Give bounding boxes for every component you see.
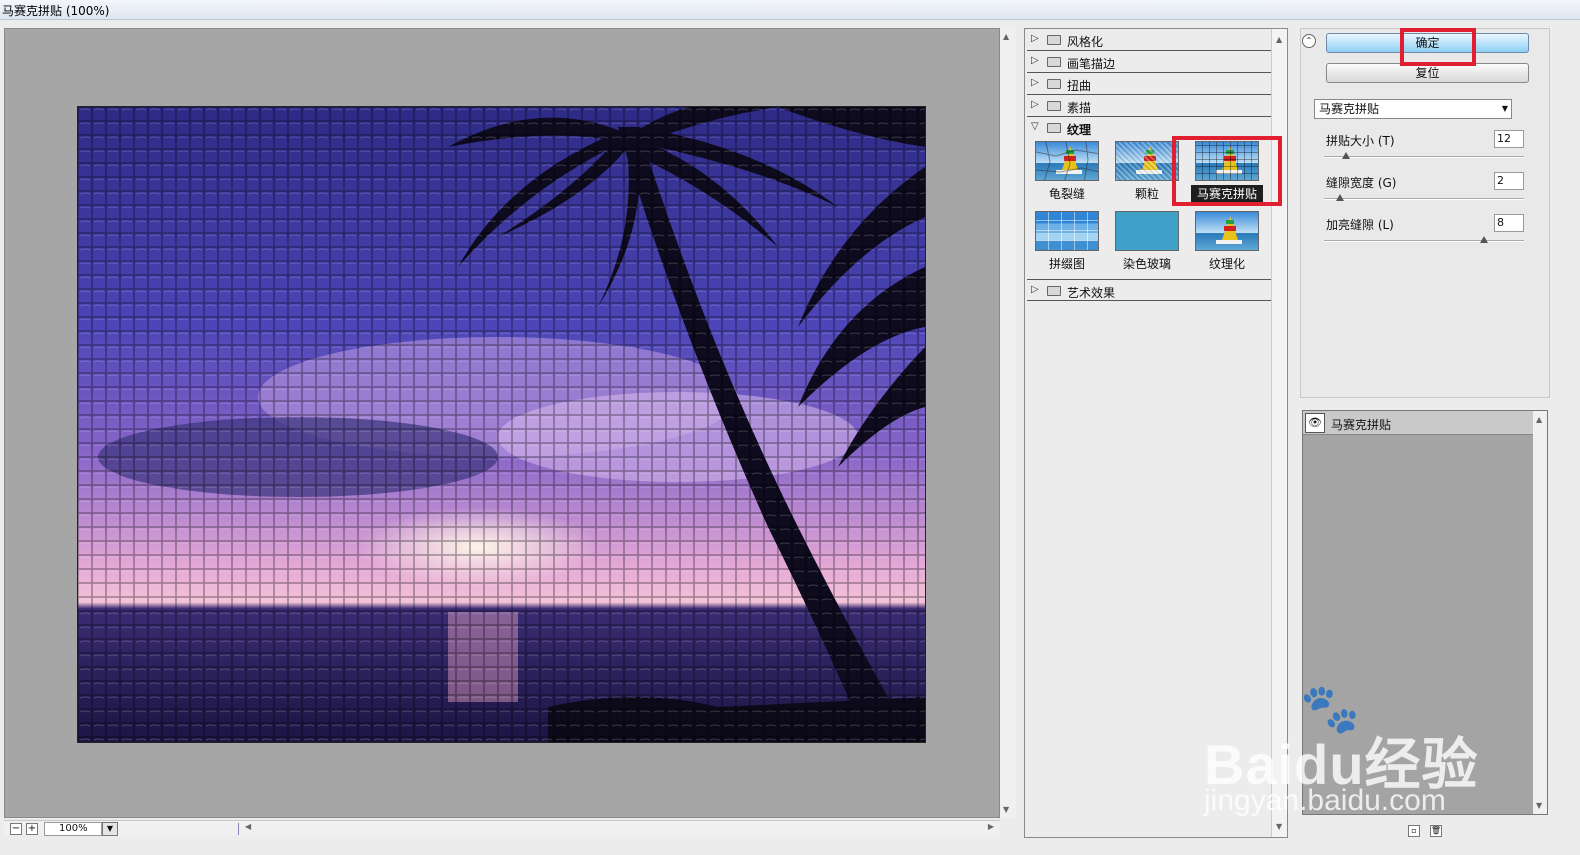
filter-thumbnail-image [1195,211,1259,251]
category-sketch[interactable]: ▷ 素描 [1027,95,1271,117]
expand-arrow-icon[interactable]: ▷ [1031,284,1039,295]
filter-settings-panel [1300,28,1550,398]
scroll-up-icon[interactable]: ▲ [1003,32,1009,41]
param-label-lighten-grout: 加亮缝隙 (L) [1326,218,1394,232]
filter-select-dropdown[interactable]: 马赛克拼贴 ▼ [1314,99,1512,119]
category-stylize[interactable]: ▷ 风格化 [1027,29,1271,51]
zoom-out-button[interactable]: − [10,823,22,835]
effect-layer-row[interactable]: 👁 马赛克拼贴 [1303,411,1533,435]
scroll-left-icon[interactable]: ◀ [245,822,251,831]
expand-arrow-icon[interactable]: ▷ [1031,33,1039,44]
chevron-down-icon: ▼ [1501,104,1508,113]
scroll-down-icon[interactable]: ▼ [1003,805,1009,814]
slider-knob[interactable] [1480,236,1488,243]
window-titlebar: 马赛克拼贴 (100%) [0,0,1580,20]
filter-thumb-stained-glass[interactable]: 染色玻璃 [1111,211,1183,273]
folder-open-icon [1047,123,1061,133]
category-distort[interactable]: ▷ 扭曲 [1027,73,1271,95]
lighten-grout-slider[interactable] [1324,236,1524,243]
folder-icon [1047,35,1061,45]
tile-size-input[interactable]: 12 [1494,130,1524,148]
layers-scrollbar[interactable]: ▲ ▼ [1533,411,1547,814]
category-brush-strokes[interactable]: ▷ 画笔描边 [1027,51,1271,73]
window-title: 马赛克拼贴 (100%) [2,4,110,18]
filter-thumb-texturizer[interactable]: 纹理化 [1191,211,1263,273]
collapse-gallery-icon[interactable]: ⌃ [1302,34,1316,48]
preview-horizontal-scrollbar[interactable]: ◀ ▶ [238,822,998,835]
expand-arrow-icon[interactable]: ▷ [1031,99,1039,110]
slider-knob[interactable] [1336,194,1344,201]
scroll-down-icon[interactable]: ▼ [1276,822,1282,831]
expand-arrow-icon[interactable]: ▷ [1031,55,1039,66]
scroll-down-icon[interactable]: ▼ [1536,801,1542,810]
scroll-up-icon[interactable]: ▲ [1276,35,1282,44]
reset-button[interactable]: 复位 [1326,63,1529,83]
scroll-right-icon[interactable]: ▶ [988,822,994,831]
folder-icon [1047,79,1061,89]
preview-image [77,106,926,743]
preview-vertical-scrollbar[interactable]: ▲ ▼ [1000,28,1016,818]
slider-knob[interactable] [1342,152,1350,159]
new-effect-layer-icon[interactable]: ▫ [1408,825,1420,837]
param-label-grout-width: 缝隙宽度 (G) [1326,176,1397,190]
highlight-box-selected-filter [1172,136,1282,206]
filter-thumb-patchwork[interactable]: 拼缀图 [1031,211,1103,273]
folder-icon [1047,101,1061,111]
zoom-dropdown-button[interactable]: ▼ [102,822,118,836]
folder-icon [1047,57,1061,67]
tile-size-slider[interactable] [1324,152,1524,159]
preview-area[interactable] [4,28,1000,818]
layer-actions: ▫ 🗑 [1408,822,1448,837]
scroll-up-icon[interactable]: ▲ [1536,415,1542,424]
zoom-level-field[interactable]: 100% [44,822,102,836]
effect-layers-panel: 👁 马赛克拼贴 ▲ ▼ [1302,410,1548,815]
visibility-eye-icon[interactable]: 👁 [1305,413,1325,433]
param-label-tile-size: 拼贴大小 (T) [1326,134,1395,148]
delete-effect-layer-icon[interactable]: 🗑 [1429,825,1442,837]
filter-thumb-craquelure[interactable]: 龟裂缝 [1031,141,1103,203]
filter-thumbnail-image [1115,141,1179,181]
preview-statusbar: − + 100% ▼ ◀ ▶ [4,820,1000,836]
zoom-in-button[interactable]: + [26,823,38,835]
folder-icon [1047,286,1061,296]
collapse-arrow-icon[interactable]: ▽ [1031,121,1039,132]
lighten-grout-input[interactable]: 8 [1494,214,1524,232]
filter-select-value: 马赛克拼贴 [1319,102,1380,116]
expand-arrow-icon[interactable]: ▷ [1031,77,1039,88]
filter-thumbnail-image [1035,141,1099,181]
filter-thumbnail-image [1035,211,1099,251]
highlight-box-ok-button [1400,28,1476,66]
category-artistic[interactable]: ▷ 艺术效果 [1027,279,1271,301]
filter-thumbnail-image [1115,211,1179,251]
grout-width-input[interactable]: 2 [1494,172,1524,190]
grout-width-slider[interactable] [1324,194,1524,201]
